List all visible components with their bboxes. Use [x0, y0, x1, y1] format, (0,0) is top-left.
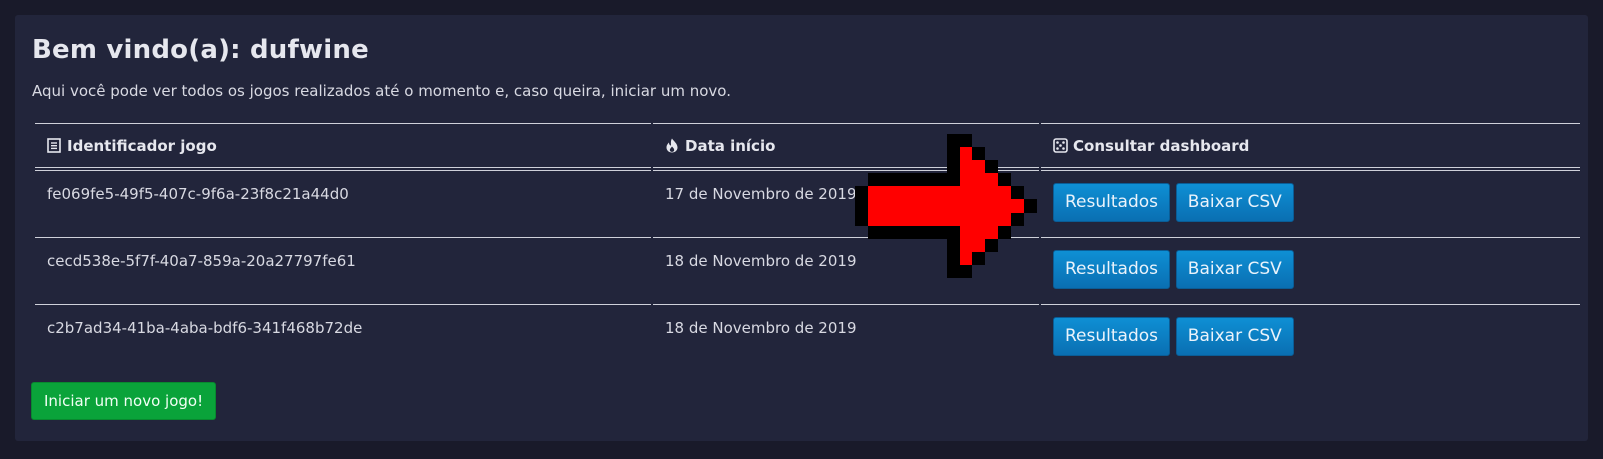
download-csv-button[interactable]: Baixar CSV: [1175, 250, 1294, 289]
game-id-cell: fe069fe5-49f5-407c-9f6a-23f8c21a44d0: [35, 171, 651, 238]
game-id-cell: cecd538e-5f7f-40a7-859a-20a27797fe61: [35, 238, 651, 305]
results-button[interactable]: Resultados: [1053, 250, 1170, 289]
table-row: cecd538e-5f7f-40a7-859a-20a27797fe61 18 …: [35, 238, 1580, 305]
results-button[interactable]: Resultados: [1053, 183, 1170, 222]
column-header-dashboard: Consultar dashboard: [1041, 123, 1580, 171]
games-table: Identificador jogo Data início Consultar…: [33, 123, 1582, 372]
column-header-game-id: Identificador jogo: [35, 123, 651, 171]
download-csv-button[interactable]: Baixar CSV: [1175, 317, 1294, 356]
red-arrow-pointer-icon: [855, 134, 1038, 278]
games-card: Bem vindo(a): dufwine Aqui você pode ver…: [15, 15, 1588, 441]
results-button[interactable]: Resultados: [1053, 317, 1170, 356]
start-date-cell: 18 de Novembro de 2019: [665, 319, 857, 337]
column-label-start-date: Data início: [685, 136, 776, 155]
fire-icon: [665, 138, 679, 153]
table-header-row: Identificador jogo Data início Consultar…: [35, 123, 1580, 171]
column-label-game-id: Identificador jogo: [67, 136, 217, 155]
table-row: c2b7ad34-41ba-4aba-bdf6-341f468b72de 18 …: [35, 305, 1580, 372]
dashboard-actions-cell: Resultados Baixar CSV: [1041, 171, 1580, 238]
download-csv-button[interactable]: Baixar CSV: [1175, 183, 1294, 222]
welcome-subtitle: Aqui você pode ver todos os jogos realiz…: [32, 82, 731, 100]
list-icon: [47, 137, 61, 153]
start-new-game-button[interactable]: Iniciar um novo jogo!: [31, 382, 217, 420]
dashboard-actions-cell: Resultados Baixar CSV: [1041, 305, 1580, 372]
dashboard-actions-cell: Resultados Baixar CSV: [1041, 238, 1580, 305]
table-row: fe069fe5-49f5-407c-9f6a-23f8c21a44d0 17 …: [35, 171, 1580, 238]
dice-icon: [1053, 137, 1068, 153]
column-label-dashboard: Consultar dashboard: [1073, 136, 1250, 155]
game-id-cell: c2b7ad34-41ba-4aba-bdf6-341f468b72de: [47, 319, 363, 337]
welcome-heading: Bem vindo(a): dufwine: [32, 35, 369, 65]
